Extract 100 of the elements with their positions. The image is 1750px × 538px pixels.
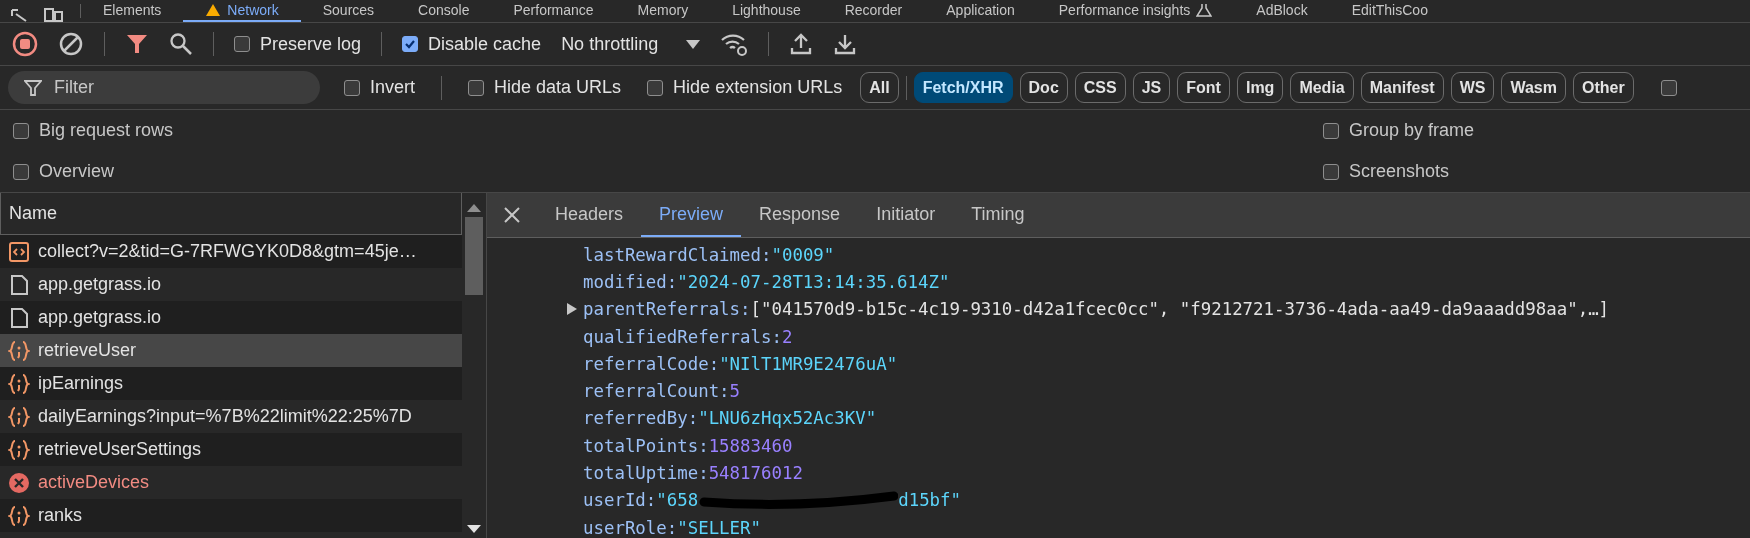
panel-tab[interactable]: Performance insights (1036, 3, 1235, 22)
filter-field[interactable]: Filter (8, 71, 320, 104)
checkbox[interactable] (13, 122, 29, 139)
detail-tab[interactable]: Initiator (858, 193, 954, 237)
type-filter-button[interactable]: Fetch/XHR (913, 72, 1013, 103)
property-key: qualifiedReferrals: (583, 326, 782, 347)
property-key: lastRewardClaimed: (583, 244, 772, 265)
detail-tab[interactable]: Headers (537, 193, 642, 237)
checkbox[interactable] (344, 79, 360, 96)
checkbox-label[interactable]: Preserve log (260, 33, 362, 55)
checkbox[interactable] (402, 36, 419, 52)
checkbox-label[interactable]: Hide data URLs (494, 77, 622, 98)
request-row[interactable]: ranks (0, 499, 462, 532)
panel-tab[interactable]: Application (924, 3, 1037, 22)
property-value: 15883460 (708, 435, 793, 456)
request-row[interactable]: app.getgrass.io (0, 301, 462, 334)
throttling-value: No throttling (561, 33, 659, 55)
panel-tab[interactable]: Recorder (822, 3, 925, 22)
type-filter-button[interactable]: CSS (1074, 72, 1126, 103)
checkbox[interactable] (1660, 79, 1677, 96)
checkbox-label[interactable]: Overview (39, 161, 114, 182)
checkbox-label[interactable]: Hide extension URLs (673, 77, 843, 98)
type-filter-button[interactable]: Font (1177, 72, 1230, 103)
throttling-dropdown[interactable]: No throttling (561, 33, 701, 55)
type-filter-button[interactable]: Img (1236, 72, 1284, 103)
scroll-down-icon (467, 524, 481, 534)
property-key: totalUptime: (583, 463, 709, 483)
property-value: 548176012 (708, 463, 803, 483)
property-value: ["041570d9-b15c-4c19-9310-d42a1fcec0cc", "f9212721-3736-4ada-aa49-da9aaadd98aa",…] (750, 299, 1610, 320)
request-row[interactable]: retrieveUser (0, 334, 462, 367)
braces-icon (8, 372, 30, 395)
request-row[interactable]: retrieveUserSettings (0, 433, 462, 466)
braces-icon (8, 339, 30, 362)
download-icon[interactable] (833, 32, 858, 56)
filter-icon (24, 79, 42, 97)
code-file-icon (8, 240, 30, 263)
filter-icon[interactable] (125, 32, 149, 56)
request-row[interactable]: ipEarnings (0, 367, 462, 400)
property-key: userId: (583, 490, 657, 511)
close-icon[interactable] (503, 206, 521, 224)
checkbox-label[interactable]: Group by frame (1349, 120, 1475, 141)
type-filter-button[interactable]: WS (1450, 72, 1495, 103)
type-filter-button[interactable]: Manifest (1360, 72, 1444, 103)
property-value: "658 (656, 490, 699, 511)
detail-tab[interactable]: Response (741, 193, 859, 237)
detail-tab[interactable]: Preview (641, 193, 742, 237)
braces-icon (8, 405, 30, 428)
dropdown-caret-icon (686, 39, 701, 49)
scrollbar-thumb[interactable] (465, 217, 483, 295)
panel-tab[interactable]: Network (183, 3, 301, 22)
error-icon (8, 471, 30, 494)
property-value: 2 (781, 326, 793, 347)
panel-tab[interactable]: Console (396, 3, 492, 22)
braces-icon (8, 438, 30, 461)
type-filter-button[interactable]: Doc (1019, 72, 1068, 103)
checkbox[interactable] (13, 163, 29, 180)
checkbox-label[interactable]: Disable cache (428, 33, 542, 55)
request-row[interactable]: collect?v=2&tid=G-7RFWGYK0D8&gtm=45je… (0, 235, 462, 268)
panel-tab[interactable]: Lighthouse (710, 3, 823, 22)
column-header[interactable]: Name (9, 203, 57, 224)
upload-icon[interactable] (789, 32, 814, 56)
device-icon[interactable] (42, 8, 64, 22)
checkbox[interactable] (1323, 163, 1339, 180)
panel-tab[interactable]: AdBlock (1234, 3, 1330, 22)
checkbox[interactable] (468, 79, 485, 96)
stop-recording-icon[interactable] (12, 31, 38, 57)
scroll-up-icon (467, 203, 481, 213)
panel-tab[interactable]: Elements (81, 3, 184, 22)
type-filter-button[interactable]: JS (1132, 72, 1171, 103)
panel-tab[interactable]: Performance (491, 3, 616, 22)
property-key: parentReferrals: (583, 299, 751, 320)
checkbox-label[interactable]: Screenshots (1349, 161, 1450, 182)
clear-icon[interactable] (58, 31, 84, 57)
type-filter-button[interactable]: Other (1572, 72, 1634, 103)
panel-tab[interactable]: Sources (300, 3, 397, 22)
checkbox[interactable] (1323, 122, 1339, 139)
property-value: "LNU6zHqx52Ac3KV" (698, 408, 877, 429)
checkbox[interactable] (647, 79, 664, 96)
panel-tab[interactable]: Memory (615, 3, 711, 22)
type-filter-button[interactable]: Wasm (1501, 72, 1566, 103)
detail-tab[interactable]: Timing (953, 193, 1043, 237)
expand-triangle-icon[interactable] (567, 303, 577, 316)
property-key: referredBy: (583, 408, 699, 429)
property-value: d15bf" (898, 490, 961, 511)
type-filter-button[interactable]: All (860, 72, 899, 103)
type-filter-button[interactable]: Media (1290, 72, 1354, 103)
property-value: 5 (729, 381, 741, 402)
check-icon (404, 38, 417, 50)
braces-icon (8, 504, 30, 527)
search-icon[interactable] (169, 32, 193, 56)
document-icon (8, 273, 30, 296)
wifi-gear-icon[interactable] (720, 32, 749, 56)
checkbox[interactable] (234, 36, 250, 52)
property-key: referralCode: (583, 353, 720, 374)
property-value: "0009" (771, 244, 835, 265)
panel-tab[interactable]: EditThisCoo (1329, 3, 1450, 22)
checkbox-label[interactable]: Invert (370, 77, 416, 98)
checkbox-label[interactable]: Big request rows (39, 120, 174, 141)
inspect-icon (10, 8, 28, 22)
property-key: totalPoints: (583, 435, 709, 456)
